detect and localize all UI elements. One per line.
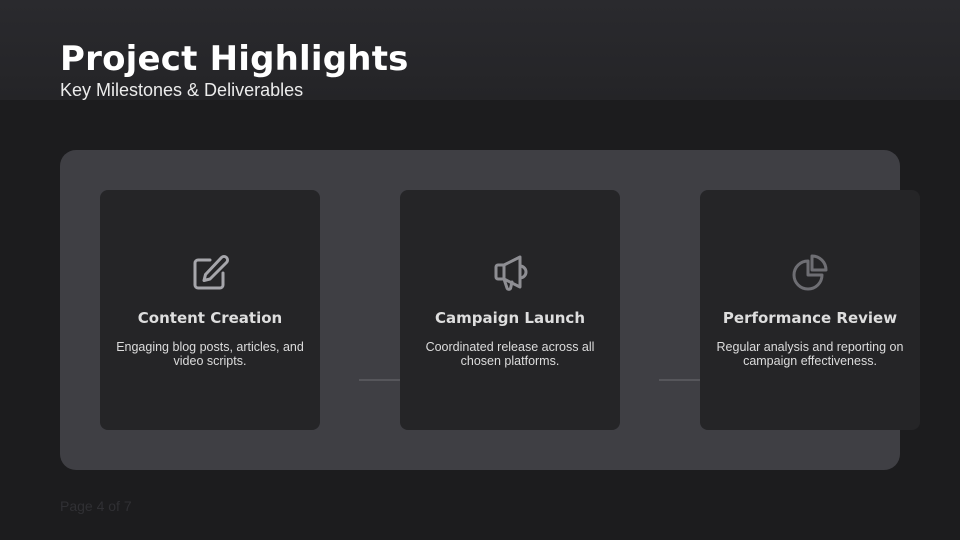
milestone-description: Regular analysis and reporting on campai… <box>716 340 904 368</box>
milestone-title: Performance Review <box>722 309 898 327</box>
milestone-connector <box>359 379 400 381</box>
milestone-description: Engaging blog posts, articles, and video… <box>116 340 304 368</box>
page-title: Project Highlights <box>60 39 409 79</box>
pencil-square-icon <box>190 252 230 292</box>
milestone-card-campaign-launch: Campaign Launch Coordinated release acro… <box>400 190 620 430</box>
milestone-title: Campaign Launch <box>434 309 585 327</box>
milestone-card-content-creation: Content Creation Engaging blog posts, ar… <box>100 190 320 430</box>
milestone-card-performance-review: Performance Review Regular analysis and … <box>700 190 920 430</box>
megaphone-icon <box>490 252 530 292</box>
page-subtitle: Key Milestones & Deliverables <box>60 80 304 100</box>
milestone-title: Content Creation <box>137 309 283 327</box>
page-indicator: Page 4 of 7 <box>60 498 132 514</box>
milestone-connector <box>659 379 700 381</box>
pie-chart-icon <box>790 252 830 292</box>
milestone-description: Coordinated release across all chosen pl… <box>425 340 595 368</box>
